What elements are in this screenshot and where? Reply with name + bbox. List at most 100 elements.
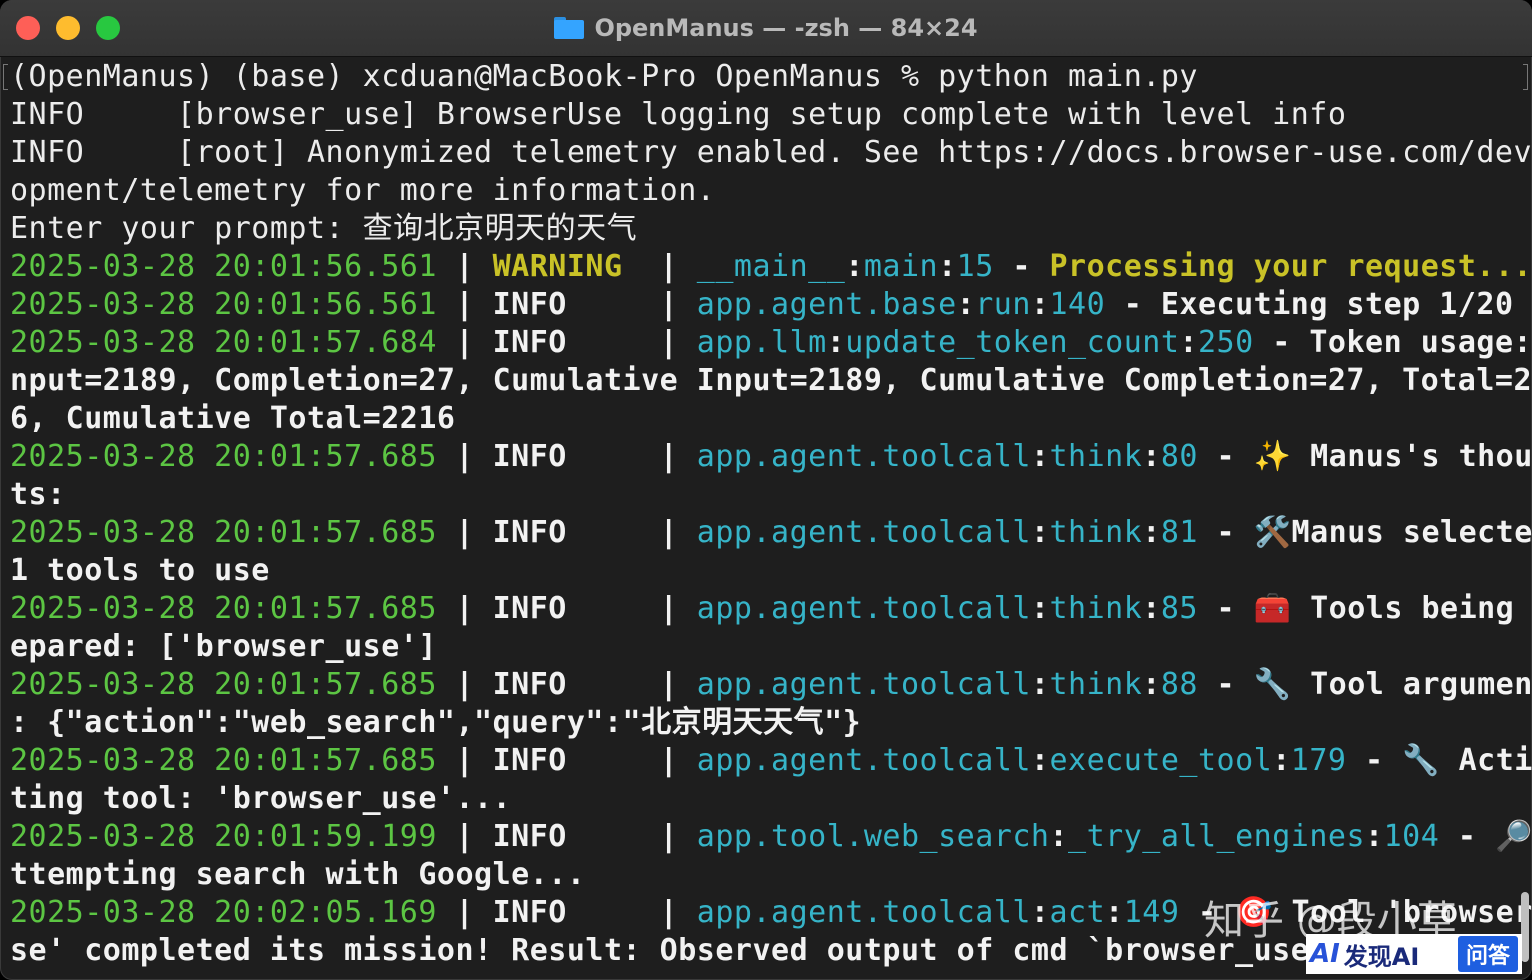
- log-separator: |: [436, 743, 493, 778]
- log-level: INFO: [492, 287, 642, 322]
- log-separator: |: [641, 325, 697, 360]
- log-function: think: [1049, 515, 1143, 550]
- log-separator: |: [436, 287, 493, 322]
- log-level: INFO: [492, 895, 642, 930]
- log-timestamp: 2025-03-28 20:02:05.169: [10, 895, 437, 930]
- log-line-number: 104: [1383, 819, 1440, 854]
- log-module: app.llm: [696, 325, 827, 360]
- log-module: app.agent.toolcall: [696, 743, 1031, 778]
- log-colon: :: [1272, 743, 1291, 778]
- folder-icon: [554, 17, 585, 39]
- badge-text: 发现AI: [1343, 942, 1420, 971]
- log-line-number: 81: [1160, 515, 1198, 550]
- log-colon: :: [1142, 439, 1161, 474]
- log-dash: -: [1346, 743, 1403, 778]
- log-function: act: [1049, 895, 1106, 930]
- log-colon: :: [938, 249, 957, 284]
- log-function: main: [863, 249, 939, 284]
- log-separator: |: [436, 667, 493, 702]
- log-level: INFO: [492, 819, 642, 854]
- log-module: app.tool.web_search: [696, 819, 1050, 854]
- log-line: 2025-03-28 20:01:57.685 | INFO | app.age…: [10, 666, 1532, 704]
- log-timestamp: 2025-03-28 20:01:57.685: [10, 439, 437, 474]
- log-colon: :: [1030, 667, 1050, 702]
- log-line: 2025-03-28 20:01:56.561 | INFO | app.age…: [10, 286, 1514, 324]
- log-colon: :: [1030, 743, 1050, 778]
- log-level: INFO: [492, 667, 642, 702]
- log-message: ting tool: 'browser_use'...: [10, 781, 512, 816]
- log-message: : {"action":"web_search","query":"北京明天天气…: [10, 705, 862, 740]
- log-separator: |: [436, 249, 493, 284]
- log-colon: :: [1142, 667, 1161, 702]
- log-function: _try_all_engines: [1068, 819, 1366, 854]
- log-line-number: 15: [956, 249, 994, 284]
- log-continuation: ts:: [10, 476, 66, 514]
- log-level: INFO: [492, 591, 642, 626]
- log-module: app.agent.toolcall: [696, 895, 1031, 930]
- log-continuation: 1 tools to use: [10, 552, 270, 590]
- log-message: se' completed its mission! Result: Obser…: [10, 933, 1328, 968]
- badge-button[interactable]: 问答: [1457, 936, 1518, 972]
- log-colon: :: [1030, 895, 1050, 930]
- log-dash: -: [1197, 515, 1254, 550]
- log-separator: |: [436, 325, 493, 360]
- log-timestamp: 2025-03-28 20:01:56.561: [10, 287, 437, 322]
- log-module: app.agent.base: [696, 287, 957, 322]
- log-function: think: [1049, 667, 1143, 702]
- terminal-line: (OpenManus) (base) xcduan@MacBook-Pro Op…: [10, 59, 1198, 94]
- log-colon: :: [1030, 439, 1050, 474]
- log-separator: |: [436, 591, 493, 626]
- log-separator: |: [641, 895, 697, 930]
- terminal-window: OpenManus — -zsh — 84×24 (OpenManus) (ba…: [0, 0, 1532, 980]
- log-message: 🔧 Activa: [1402, 743, 1532, 778]
- log-colon: :: [1142, 591, 1161, 626]
- log-function: update_token_count: [845, 325, 1180, 360]
- log-function: run: [975, 287, 1031, 322]
- log-continuation: nput=2189, Completion=27, Cumulative Inp…: [10, 362, 1532, 400]
- log-message: 🔎 A: [1494, 819, 1532, 854]
- log-colon: :: [845, 249, 864, 284]
- title-bar[interactable]: OpenManus — -zsh — 84×24: [0, 0, 1532, 57]
- log-module: app.agent.toolcall: [696, 439, 1031, 474]
- log-continuation: : {"action":"web_search","query":"北京明天天气…: [10, 704, 861, 742]
- faxianai-badge[interactable]: AI 发现AI 问答: [1306, 934, 1522, 974]
- log-separator: |: [436, 895, 493, 930]
- log-timestamp: 2025-03-28 20:01:57.685: [10, 667, 437, 702]
- log-line-number: 88: [1160, 667, 1198, 702]
- log-colon: :: [1030, 287, 1050, 322]
- log-message: Executing step 1/20: [1160, 287, 1514, 322]
- log-line: 2025-03-28 20:01:57.684 | INFO | app.llm…: [10, 324, 1532, 362]
- log-line: 2025-03-28 20:01:59.199 | INFO | app.too…: [10, 818, 1532, 856]
- log-level: INFO: [492, 743, 642, 778]
- log-separator: |: [641, 249, 697, 284]
- log-dash: -: [1197, 591, 1254, 626]
- log-message: nput=2189, Completion=27, Cumulative Inp…: [10, 363, 1532, 398]
- log-separator: |: [436, 515, 493, 550]
- log-timestamp: 2025-03-28 20:01:57.685: [10, 515, 437, 550]
- log-colon: :: [1365, 819, 1384, 854]
- log-dash: -: [1439, 819, 1495, 854]
- log-line-number: 140: [1049, 287, 1106, 322]
- log-dash: -: [1197, 439, 1254, 474]
- log-timestamp: 2025-03-28 20:01:56.561: [10, 249, 437, 284]
- log-line: 2025-03-28 20:01:57.685 | INFO | app.age…: [10, 514, 1532, 552]
- log-separator: |: [641, 439, 697, 474]
- log-message: ts:: [10, 477, 66, 512]
- log-line-number: 80: [1160, 439, 1198, 474]
- window-title-text: OpenManus — -zsh — 84×24: [594, 14, 978, 42]
- badge-logo: AI: [1310, 939, 1340, 969]
- log-dash: -: [1253, 325, 1310, 360]
- log-line: 2025-03-28 20:01:56.561 | WARNING | __ma…: [10, 248, 1532, 286]
- terminal-output[interactable]: (OpenManus) (base) xcduan@MacBook-Pro Op…: [0, 58, 1532, 980]
- log-continuation: epared: ['browser_use']: [10, 628, 437, 666]
- log-level: INFO: [492, 439, 642, 474]
- log-message: 6, Cumulative Total=2216: [10, 401, 456, 436]
- log-colon: :: [826, 325, 846, 360]
- log-message: epared: ['browser_use']: [10, 629, 437, 664]
- log-colon: :: [956, 287, 976, 322]
- log-line: 2025-03-28 20:01:57.685 | INFO | app.age…: [10, 438, 1532, 476]
- scrollbar-thumb[interactable]: [1521, 892, 1529, 962]
- log-separator: |: [641, 591, 697, 626]
- log-message: Token usage: I: [1309, 325, 1532, 360]
- log-continuation: se' completed its mission! Result: Obser…: [10, 932, 1328, 970]
